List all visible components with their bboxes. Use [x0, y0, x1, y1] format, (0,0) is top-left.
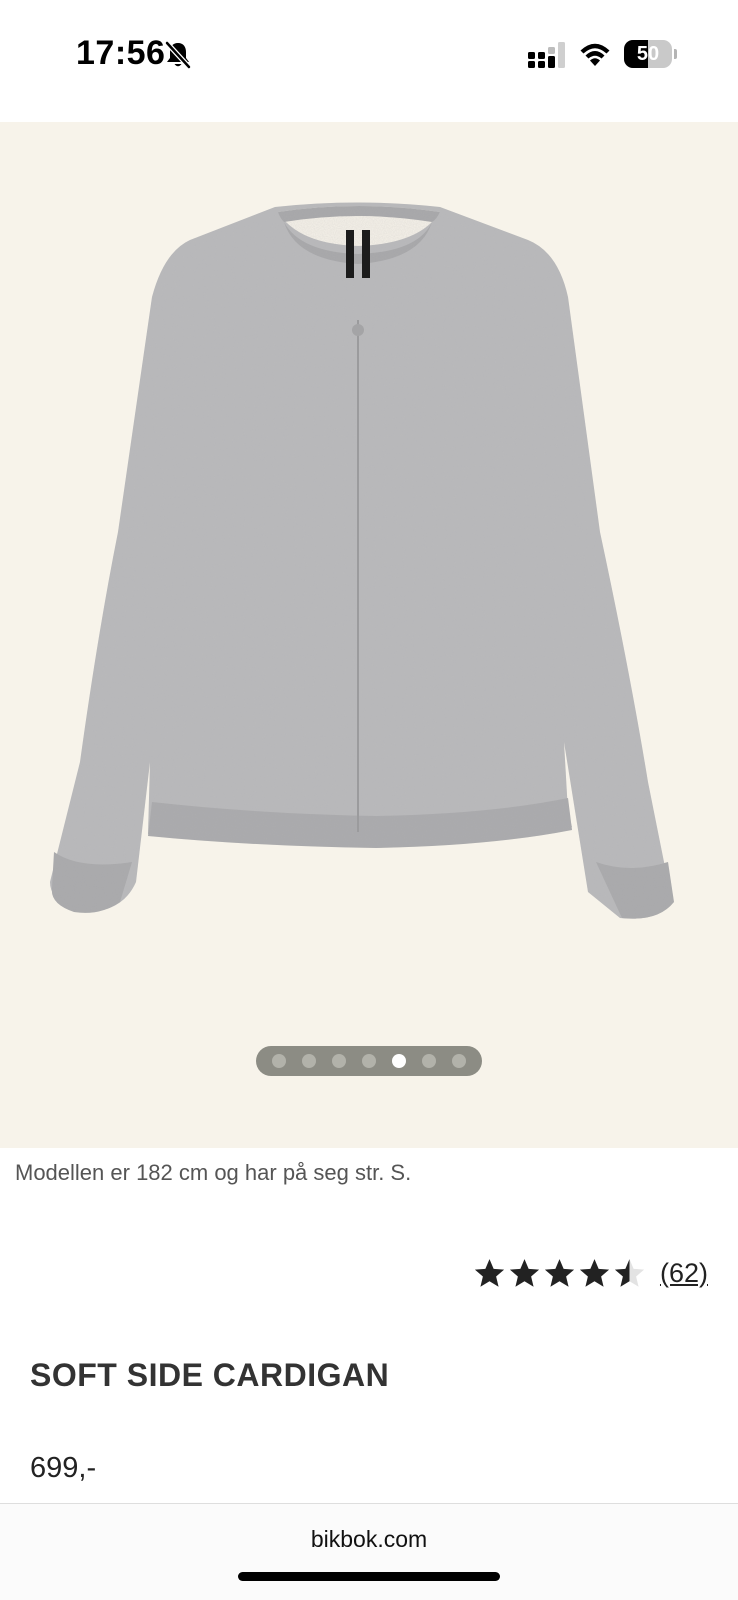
wifi-icon	[580, 43, 610, 66]
star-icon	[544, 1258, 575, 1287]
pagination-dot[interactable]	[362, 1054, 376, 1068]
pagination-dot[interactable]	[302, 1054, 316, 1068]
star-icon	[474, 1258, 505, 1287]
star-icon	[614, 1258, 645, 1287]
browser-address-bar[interactable]: bikbok.com	[0, 1503, 738, 1600]
cellular-signal-icon	[528, 42, 565, 68]
image-pagination-dots[interactable]	[256, 1046, 482, 1076]
pagination-dot[interactable]	[332, 1054, 346, 1068]
battery-nub	[674, 49, 677, 59]
review-count-link[interactable]: (62)	[660, 1258, 708, 1289]
battery-level: 50	[636, 43, 660, 65]
product-page: 17:56 50 Modellen er 182 cm og har på se…	[0, 0, 738, 1600]
product-price: 699,-	[30, 1452, 97, 1484]
pagination-dot[interactable]	[452, 1054, 466, 1068]
star-icon	[579, 1258, 610, 1287]
url-text[interactable]: bikbok.com	[0, 1526, 738, 1553]
pagination-dot-active[interactable]	[392, 1054, 406, 1068]
product-image-gallery[interactable]	[0, 122, 738, 1148]
status-time: 17:56	[76, 34, 166, 72]
product-rating[interactable]: (62)	[473, 1255, 708, 1291]
pagination-dot[interactable]	[272, 1054, 286, 1068]
bell-slash-icon	[165, 41, 191, 69]
cardigan-product-image	[50, 202, 674, 919]
pagination-dot[interactable]	[422, 1054, 436, 1068]
status-bar: 17:56 50	[0, 0, 738, 122]
home-indicator[interactable]	[238, 1572, 500, 1581]
model-size-caption: Modellen er 182 cm og har på seg str. S.	[15, 1160, 412, 1185]
battery-icon: 50	[624, 40, 677, 68]
battery-body: 50	[624, 40, 672, 68]
star-icon	[509, 1258, 540, 1287]
product-title: SOFT SIDE CARDIGAN	[30, 1357, 390, 1393]
rating-stars	[473, 1257, 646, 1290]
